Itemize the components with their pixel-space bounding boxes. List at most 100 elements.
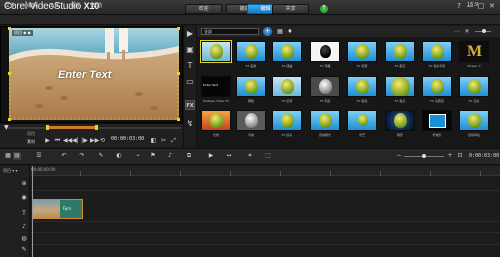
sort-icon[interactable]: ⋯ [453,28,461,35]
close-button[interactable]: ✕ [487,2,497,11]
next-icon[interactable]: ▶▶ [90,137,99,144]
edit-track-icon[interactable]: ✎ [20,246,28,254]
library-thumbnail[interactable] [236,76,266,97]
library-thumbnail[interactable] [422,41,452,62]
mask-creator-icon[interactable]: ↔ [225,152,233,160]
library-thumbnail[interactable] [347,110,377,131]
library-thumbnail[interactable] [310,76,340,97]
time-remap-icon[interactable]: ▶ [207,152,215,160]
playhead-icon[interactable]: ▼ [4,124,9,131]
step-forward-icon[interactable]: |▶ [81,137,88,144]
menu-settings[interactable]: 设置 [70,2,80,9]
stop-motion-icon[interactable]: ⬚ [264,152,272,160]
step-back-icon[interactable]: ◀| [72,137,79,144]
sound-mixer-icon[interactable]: ◐ [115,152,123,160]
trim-range[interactable] [48,126,96,129]
view-option-icon[interactable]: ♦ [286,28,294,35]
timeline-zoom-knob[interactable] [422,154,426,158]
filter-icon[interactable]: FX [185,100,195,110]
resize-handle[interactable] [8,118,11,121]
path-icon[interactable]: ↯ [185,119,195,129]
library-thumbnail[interactable] [385,41,415,62]
menu-tools[interactable]: 工具 [49,2,59,9]
project-mode-label[interactable]: 项目 [27,131,35,137]
trim-start-handle[interactable] [46,125,49,130]
trim-end-handle[interactable] [95,125,98,130]
fullscreen-icon[interactable]: ⤢ [170,137,177,144]
instant-project-icon[interactable]: ▣ [185,45,195,55]
menu-help[interactable]: 帮助 [92,2,102,9]
library-thumbnail[interactable] [422,76,452,97]
track-manager-icon[interactable]: ☰ [35,152,43,160]
library-thumbnail[interactable] [272,41,302,62]
graphic-icon[interactable]: ▭ [185,77,195,87]
pan-zoom-icon[interactable]: ⌗ [246,152,254,160]
media-icon[interactable]: ▶ [185,29,195,39]
split-icon[interactable]: ✂ [160,137,167,144]
view-grid-icon[interactable]: ▦ [276,28,284,35]
thumbnail-caption: FX 画笔 [245,64,257,68]
library-thumbnail[interactable] [236,110,266,131]
brightness-icon[interactable]: ☀ [463,28,471,35]
library-thumbnail[interactable] [310,41,340,62]
library-thumbnail[interactable] [459,110,489,131]
project-aspect-ratio[interactable]: 16:9 [467,2,478,8]
library-thumbnail[interactable] [272,110,302,131]
playhead[interactable] [32,166,33,257]
menu-edit[interactable]: 编辑 [27,2,37,9]
tab-welcome[interactable]: 欢迎 [185,4,222,14]
library-thumbnail[interactable] [201,110,231,131]
add-track-icon[interactable]: ⊕ [20,180,28,188]
home-icon[interactable]: ⏮ [54,137,61,144]
auto-music-icon[interactable]: ⌁ [134,152,142,160]
music-track-icon[interactable]: ◍ [20,235,28,243]
library-thumbnail[interactable] [272,76,302,97]
library-thumbnail[interactable] [200,40,232,63]
library-thumbnail[interactable] [347,41,377,62]
play-icon[interactable]: ▶ [44,137,51,144]
resize-handle[interactable] [8,72,11,75]
timeline-view-icon[interactable]: ▤ [13,152,21,160]
zoom-out-icon[interactable]: − [395,152,403,160]
library-thumbnail[interactable] [347,76,377,97]
redo-icon[interactable]: ↷ [78,152,86,160]
library-thumbnail[interactable] [385,76,415,97]
fit-project-icon[interactable]: ⊡ [456,152,464,160]
library-thumbnail[interactable] [422,110,452,131]
resize-handle[interactable] [177,72,180,75]
resize-handle[interactable] [8,27,11,30]
video-track-icon[interactable]: ◉ [20,194,28,202]
repeat-icon[interactable]: ⟲ [99,137,106,144]
clip-mode-label[interactable]: 素材 [27,139,35,145]
storyboard-view-icon[interactable]: ▦ [4,152,12,160]
library-thumbnail[interactable] [385,110,415,131]
title-icon[interactable]: T [185,61,195,71]
library-thumbnail[interactable] [459,76,489,97]
zoom-in-icon[interactable]: + [446,152,454,160]
add-folder-icon[interactable]: + [263,27,272,36]
library-category-select[interactable]: 全部 [201,28,259,35]
volume-icon[interactable]: ◧ [150,137,157,144]
resize-handle[interactable] [177,118,180,121]
title-track-icon[interactable]: T [20,210,28,218]
thumbnail-caption: Mosaic 3 [467,64,481,68]
library-thumbnail[interactable] [310,110,340,131]
motion-tracking-icon[interactable]: ⚑ [149,152,157,160]
library-thumbnail[interactable]: M [459,41,489,62]
timecode-display[interactable]: 00:00:03:00 [111,136,144,142]
subtitle-editor-icon[interactable]: ♪ [166,152,174,160]
menu-file[interactable]: 文件 [5,2,15,9]
library-thumbnail[interactable]: Enter Text [201,76,231,97]
thumbnail-size-knob[interactable] [482,29,486,33]
upload-icon[interactable]: ↑ [320,5,328,13]
multicam-icon[interactable]: ⧉ [185,152,193,160]
previous-icon[interactable]: ◀◀ [63,137,72,144]
undo-icon[interactable]: ↶ [60,152,68,160]
voice-track-icon[interactable]: ♪ [20,223,28,231]
title-overlay-text[interactable]: Enter Text [58,69,111,81]
tab-share[interactable]: 共享 [272,4,309,14]
resize-handle[interactable] [177,27,180,30]
record-capture-icon[interactable]: ✎ [97,152,105,160]
library-thumbnail[interactable] [236,41,266,62]
help-button[interactable]: ? [454,2,464,11]
